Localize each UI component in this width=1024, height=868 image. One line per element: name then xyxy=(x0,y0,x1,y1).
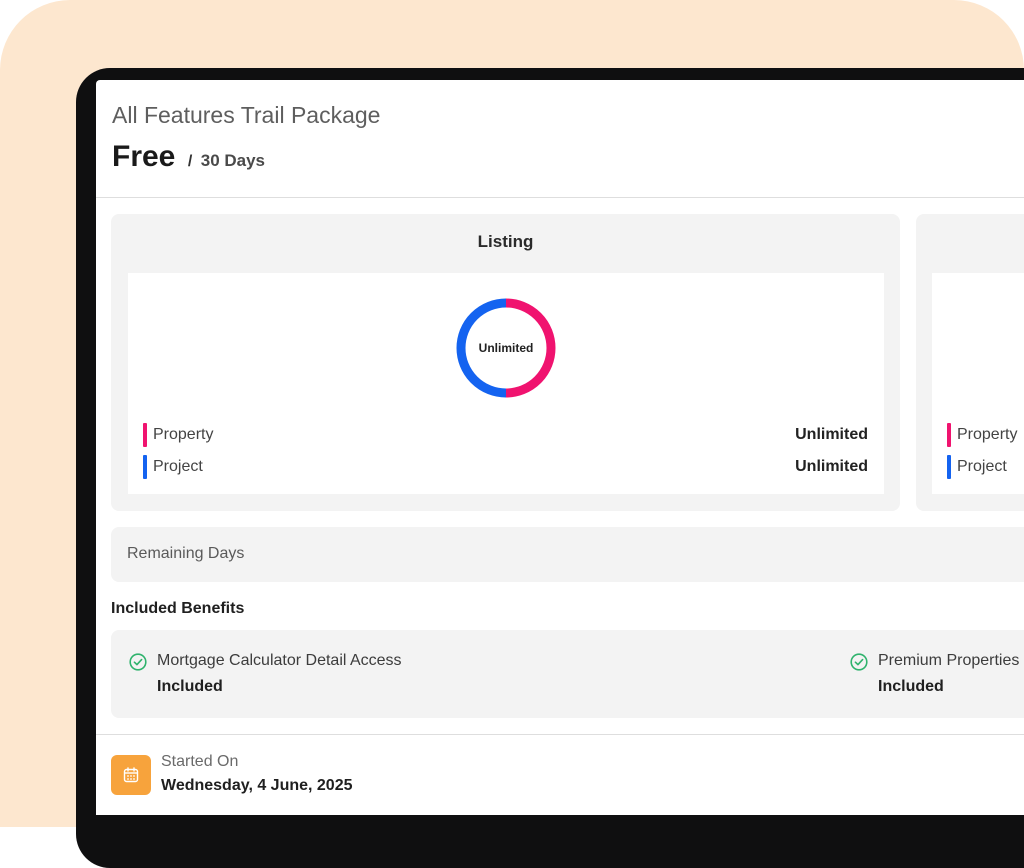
benefit-status: Included xyxy=(157,678,223,695)
legend-label-property: Property xyxy=(153,426,214,443)
check-circle-icon xyxy=(850,653,868,671)
second-chart-panel: Property Project xyxy=(932,273,1024,494)
legend-color-property xyxy=(143,423,147,447)
legend-row-property: Property Unlimited xyxy=(143,423,868,447)
second-legend-color-property xyxy=(947,423,951,447)
listing-chart-panel: Unlimited Property Unlimited Project Unl… xyxy=(128,273,884,494)
benefits-title: Included Benefits xyxy=(111,600,245,617)
second-legend-label-project: Project xyxy=(957,458,1007,475)
second-legend-label-property: Property xyxy=(957,426,1018,443)
remaining-days-label: Remaining Days xyxy=(127,545,245,562)
calendar-icon xyxy=(111,755,151,795)
started-on-date: Wednesday, 4 June, 2025 xyxy=(161,777,353,794)
second-legend-row-project: Project xyxy=(947,455,1024,479)
check-circle-icon xyxy=(129,653,147,671)
price-separator: / xyxy=(187,153,193,170)
second-legend-color-project xyxy=(947,455,951,479)
footer-divider xyxy=(96,734,1024,735)
benefit-name: Mortgage Calculator Detail Access xyxy=(157,652,402,669)
legend-row-project: Project Unlimited xyxy=(143,455,868,479)
legend-color-project xyxy=(143,455,147,479)
remaining-days-bar: Remaining Days xyxy=(111,527,1024,582)
benefits-list: Mortgage Calculator Detail Access Includ… xyxy=(111,630,1024,718)
started-on-label: Started On xyxy=(161,753,239,770)
calendar-glyph xyxy=(123,767,139,783)
legend-label-project: Project xyxy=(153,458,203,475)
listing-title: Listing xyxy=(477,232,534,251)
price-row: Free / 30 Days xyxy=(112,140,265,174)
legend-value-property: Unlimited xyxy=(795,426,868,443)
donut-center-label: Unlimited xyxy=(478,341,534,355)
package-duration: 30 Days xyxy=(200,151,266,170)
header-divider xyxy=(96,197,1024,198)
second-limit-card: Property Project xyxy=(916,214,1024,511)
listing-donut: Unlimited xyxy=(456,298,556,398)
package-price: Free xyxy=(112,140,176,173)
subscription-screen: All Features Trail Package Free / 30 Day… xyxy=(96,80,1024,815)
legend-value-project: Unlimited xyxy=(795,458,868,475)
second-legend-row-property: Property xyxy=(947,423,1024,447)
benefit-status: Included xyxy=(878,678,944,695)
benefit-name: Premium Properties xyxy=(878,652,1020,669)
package-name: All Features Trail Package xyxy=(112,102,381,128)
listing-card: Listing Unlimited Property Unlimited Pro… xyxy=(111,214,900,511)
